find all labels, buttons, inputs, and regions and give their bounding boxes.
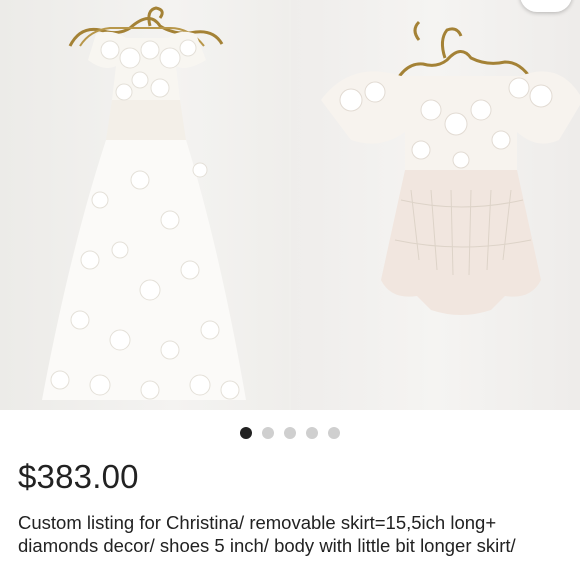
carousel-indicator[interactable] xyxy=(0,426,580,440)
product-photo-gown[interactable] xyxy=(0,0,289,410)
carousel-dot-4[interactable] xyxy=(306,427,318,439)
romper-illustration xyxy=(321,20,580,315)
gown-illustration xyxy=(42,6,246,400)
carousel-dot-5[interactable] xyxy=(328,427,340,439)
product-photo-romper[interactable] xyxy=(291,0,580,410)
carousel-dot-3[interactable] xyxy=(284,427,296,439)
listing-title: Custom listing for Christina/ removable … xyxy=(18,512,516,556)
image-gallery[interactable] xyxy=(0,0,580,410)
carousel-dot-1[interactable] xyxy=(240,427,252,439)
carousel-dot-2[interactable] xyxy=(262,427,274,439)
listing-price: $383.00 xyxy=(18,458,139,495)
